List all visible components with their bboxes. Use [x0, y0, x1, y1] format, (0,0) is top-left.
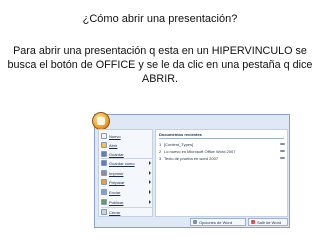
command-abrir[interactable]: Abrir: [101, 141, 152, 149]
new-document-icon: [101, 133, 107, 139]
office-button-icon[interactable]: [92, 112, 110, 130]
slide-body-text: Para abrir una presentación q esta en un…: [7, 45, 313, 85]
word-options-button[interactable]: Opciones de Word: [190, 218, 246, 226]
publish-icon: [101, 199, 107, 205]
save-disk-icon: [101, 151, 107, 157]
options-icon: [193, 220, 197, 224]
command-enviar[interactable]: Enviar: [101, 188, 152, 196]
recent-item-name: [Content_Types]: [164, 141, 194, 147]
exit-icon: [251, 220, 255, 224]
command-label: Guardar: [109, 151, 124, 157]
submenu-arrow-icon: [149, 171, 151, 175]
recent-documents-heading: Documentos recientes: [159, 132, 202, 137]
command-imprimir[interactable]: Imprimir: [101, 169, 152, 177]
submenu-arrow-icon: [149, 161, 151, 165]
recent-document-item[interactable]: 2 Lo nuevo en Microsoft Office Word 2007: [159, 148, 285, 154]
command-guardar[interactable]: Guardar: [101, 150, 152, 158]
command-nuevo[interactable]: Nuevo: [101, 132, 152, 140]
recent-divider: [159, 138, 284, 139]
command-publicar[interactable]: Publicar: [101, 198, 152, 206]
command-label: Nuevo: [109, 133, 121, 139]
pin-icon[interactable]: [280, 143, 285, 145]
command-cerrar[interactable]: Cerrar: [101, 208, 152, 216]
command-label: Preparar: [109, 179, 125, 185]
slide-title: ¿Cómo abrir una presentación?: [82, 13, 238, 25]
office-menu-footer: Opciones de Word Salir de Word: [95, 218, 289, 227]
printer-icon: [101, 170, 107, 176]
pin-icon[interactable]: [280, 150, 285, 152]
open-folder-icon: [101, 142, 107, 148]
submenu-arrow-icon: [149, 190, 151, 194]
command-label: Abrir: [109, 142, 118, 148]
command-label: Guardar como: [109, 160, 135, 166]
recent-documents-pane: Documentos recientes 1 [Content_Types] 2 Lo…: [155, 129, 288, 217]
exit-word-button[interactable]: Salir de Word: [248, 218, 288, 226]
command-label: Publicar: [109, 199, 124, 205]
submenu-arrow-icon: [149, 200, 151, 204]
command-label: Enviar: [109, 189, 121, 195]
recent-document-item[interactable]: 3 Texto de prueba en word 2007: [159, 155, 285, 161]
submenu-arrow-icon: [149, 180, 151, 184]
save-as-icon: [101, 160, 107, 166]
send-icon: [101, 189, 107, 195]
close-document-icon: [101, 209, 107, 215]
command-preparar[interactable]: Preparar: [101, 178, 152, 186]
recent-item-name: Texto de prueba en word 2007: [164, 155, 219, 161]
word-options-label: Opciones de Word: [199, 219, 233, 225]
command-guardar-como[interactable]: Guardar como: [101, 159, 152, 167]
exit-word-label: Salir de Word: [257, 219, 282, 225]
prepare-icon: [101, 179, 107, 185]
office-menu-screenshot: Nuevo Abrir Guardar Guardar como Imprimir Pre…: [92, 112, 290, 228]
recent-item-name: Lo nuevo en Microsoft Office Word 2007: [164, 148, 236, 154]
command-label: Cerrar: [109, 209, 121, 215]
office-commands-list: Nuevo Abrir Guardar Guardar como Imprimir Pre…: [98, 129, 153, 217]
recent-document-item[interactable]: 1 [Content_Types]: [159, 141, 285, 147]
command-label: Imprimir: [109, 170, 124, 176]
pin-icon[interactable]: [280, 157, 285, 159]
